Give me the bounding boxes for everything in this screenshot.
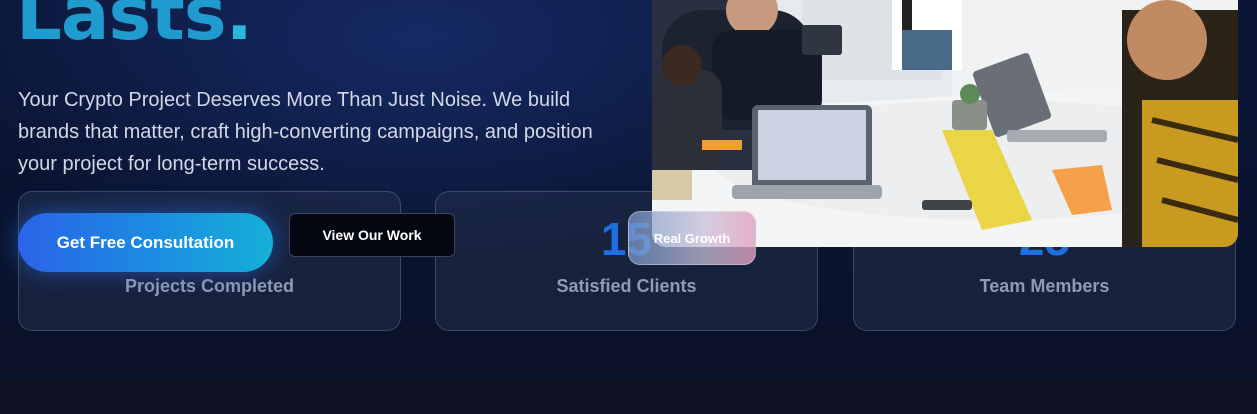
hero-title: Lasts. <box>16 0 253 50</box>
team-meeting-illustration <box>652 0 1238 247</box>
stat-label: Team Members <box>979 276 1110 296</box>
team-meeting-photo <box>652 0 1238 247</box>
next-section <box>0 380 1257 414</box>
get-free-consultation-button[interactable]: Get Free Consultation <box>18 213 273 272</box>
stat-label: Projects Completed <box>124 276 295 296</box>
hero-subtitle: Your Crypto Project Deserves More Than J… <box>18 89 593 175</box>
view-our-work-button[interactable]: View Our Work <box>289 213 455 257</box>
stat-label: Satisfied Clients <box>556 276 697 296</box>
hero-title-text: Lasts <box>16 0 227 56</box>
hero-title-dot: . <box>225 0 253 56</box>
real-growth-badge: Real Growth <box>628 211 756 265</box>
